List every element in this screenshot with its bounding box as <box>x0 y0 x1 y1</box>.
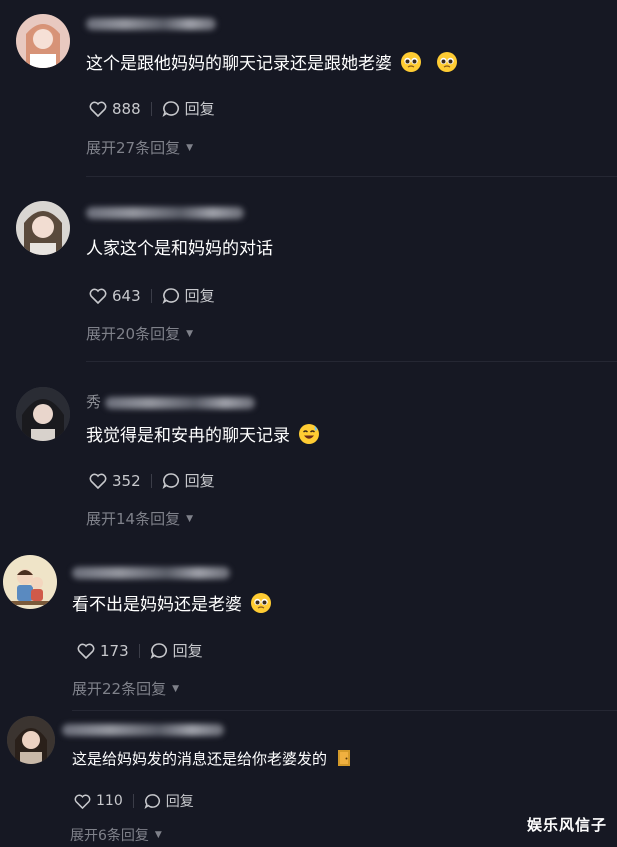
comment-actions: 643 回复 <box>89 285 215 306</box>
avatar[interactable] <box>16 14 70 68</box>
comment-actions: 888 回复 <box>89 98 215 119</box>
comment-bubble-icon <box>150 643 167 659</box>
comment-bubble-icon <box>162 101 179 117</box>
caret-down-icon: ▼ <box>154 830 162 840</box>
pleading-face-icon <box>436 51 458 73</box>
like-button[interactable]: 110 <box>74 793 123 809</box>
comment-actions: 352 回复 <box>89 470 215 491</box>
action-divider <box>150 473 152 488</box>
pleading-face-icon <box>400 51 422 73</box>
reply-button[interactable]: 回复 <box>162 285 215 306</box>
comment-text: 人家这个是和妈妈的对话 <box>86 239 273 259</box>
username[interactable] <box>86 14 216 30</box>
like-button[interactable]: 352 <box>89 472 141 490</box>
reply-label: 回复 <box>184 100 215 118</box>
action-divider <box>138 643 140 658</box>
reply-button[interactable]: 回复 <box>144 791 194 811</box>
action-divider <box>132 794 134 808</box>
avatar[interactable] <box>7 716 55 764</box>
divider <box>86 176 617 177</box>
avatar[interactable] <box>16 387 70 441</box>
heart-icon <box>89 473 107 489</box>
username[interactable]: 秀 <box>86 391 256 411</box>
action-divider <box>150 101 152 116</box>
like-count: 110 <box>96 793 123 809</box>
grinning-sweat-face-icon <box>298 423 320 445</box>
like-count: 643 <box>112 286 141 305</box>
username[interactable] <box>86 203 244 219</box>
heart-icon <box>74 794 91 809</box>
expand-replies-link[interactable]: 展开6条回复 ▼ <box>70 825 162 845</box>
like-button[interactable]: 643 <box>89 287 141 305</box>
avatar[interactable] <box>3 555 57 609</box>
expand-replies-link[interactable]: 展开14条回复 ▼ <box>86 508 193 529</box>
caret-down-icon: ▼ <box>172 683 180 694</box>
reply-label: 回复 <box>172 642 203 660</box>
reply-button[interactable]: 回复 <box>150 640 203 661</box>
reply-label: 回复 <box>184 472 215 490</box>
caret-down-icon: ▼ <box>186 142 194 153</box>
heart-icon <box>77 643 95 659</box>
username[interactable] <box>72 563 230 579</box>
comment-bubble-icon <box>162 288 179 304</box>
caret-down-icon: ▼ <box>186 328 194 339</box>
username[interactable] <box>62 720 224 736</box>
avatar[interactable] <box>16 201 70 255</box>
action-divider <box>150 288 152 303</box>
comment-text: 这是给妈妈发的消息还是给你老婆发的 <box>72 747 353 771</box>
comment-text: 看不出是妈妈还是老婆 <box>72 592 272 617</box>
reply-button[interactable]: 回复 <box>162 98 215 119</box>
like-count: 888 <box>112 99 141 118</box>
door-icon <box>335 749 353 767</box>
like-button[interactable]: 173 <box>77 642 129 660</box>
heart-icon <box>89 288 107 304</box>
divider <box>72 710 617 711</box>
expand-replies-link[interactable]: 展开22条回复 ▼ <box>72 678 179 699</box>
comment-actions: 173 回复 <box>77 640 203 661</box>
caret-down-icon: ▼ <box>186 513 194 524</box>
reply-label: 回复 <box>165 794 194 810</box>
heart-icon <box>89 101 107 117</box>
pleading-face-icon <box>250 592 272 614</box>
comment-bubble-icon <box>162 473 179 489</box>
expand-replies-link[interactable]: 展开27条回复 ▼ <box>86 137 193 158</box>
like-count: 352 <box>112 471 141 490</box>
comment-text: 我觉得是和安冉的聊天记录 <box>86 423 320 448</box>
comment-bubble-icon <box>144 794 160 809</box>
watermark: 娱乐风信子 <box>526 816 607 834</box>
like-count: 173 <box>100 641 129 660</box>
reply-button[interactable]: 回复 <box>162 470 215 491</box>
divider <box>86 361 617 362</box>
like-button[interactable]: 888 <box>89 100 141 118</box>
reply-label: 回复 <box>184 287 215 305</box>
expand-replies-link[interactable]: 展开20条回复 ▼ <box>86 323 193 344</box>
comment-text: 这个是跟他妈妈的聊天记录还是跟她老婆 <box>86 51 458 76</box>
comment-actions: 110 回复 <box>74 791 194 811</box>
